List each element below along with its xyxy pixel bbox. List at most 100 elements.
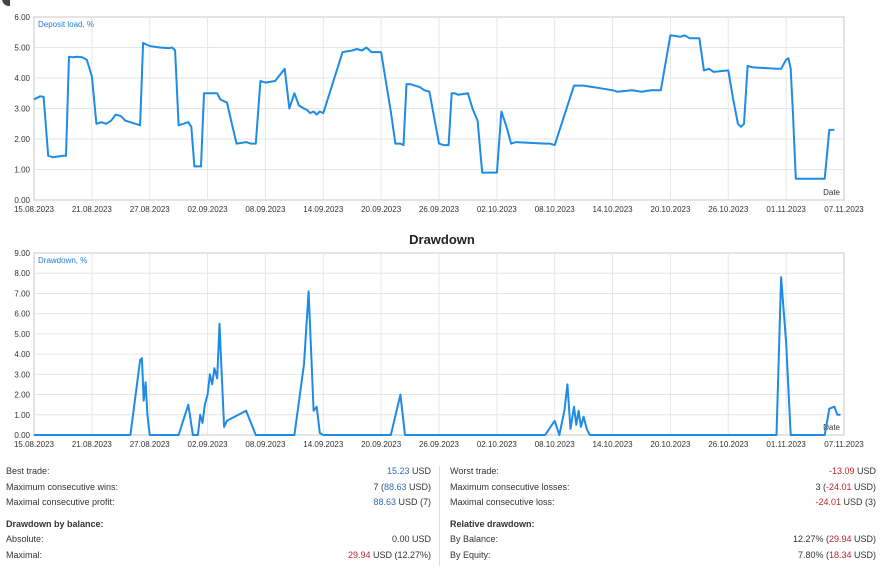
stat-value-suffix: USD) — [851, 549, 876, 560]
stat-label: Best trade: — [6, 466, 50, 476]
x-tick-label: 14.09.2023 — [303, 205, 344, 214]
date-axis-label: Date — [823, 188, 840, 197]
stat-label: By Equity: — [450, 549, 491, 560]
y-tick-label: 4.00 — [14, 350, 30, 359]
x-tick-label: 08.09.2023 — [245, 205, 286, 214]
y-tick-label: 0.00 — [14, 431, 30, 440]
y-tick-label: 6.00 — [14, 13, 30, 22]
x-tick-label: 14.10.2023 — [593, 440, 634, 449]
stat-label: Maximal consecutive profit: — [6, 497, 115, 507]
stat-label: Maximal: — [6, 549, 43, 560]
y-tick-label: 7.00 — [14, 289, 30, 298]
x-tick-label: 01.11.2023 — [766, 205, 806, 214]
stat-row: Maximum consecutive losses: 3 (-24.01 USD… — [450, 480, 876, 496]
x-tick-label: 14.10.2023 — [593, 205, 634, 214]
stats-section-heading: Drawdown by balance: — [6, 518, 104, 529]
x-tick-label: 07.11.2023 — [824, 440, 864, 449]
stat-value-primary: 7 — [373, 481, 379, 492]
stat-value: 3 (-24.01 USD) — [815, 481, 876, 492]
deposit-load-chart: 0.00 1.00 2.00 3.00 4.00 5.00 6.00 15.08.2023 21… — [14, 13, 864, 214]
y-tick-label: 9.00 — [14, 249, 30, 258]
stat-value-secondary: 18.34 — [828, 549, 852, 560]
stat-value: 7.80% (18.34 USD) — [797, 549, 876, 560]
stat-value-primary: 15.23 — [386, 466, 410, 476]
stats-left-column: Best trade: 15.23 USD Maximum consecutive … — [6, 464, 431, 563]
stat-row: By Equity: 7.80% (18.34 USD) — [450, 548, 876, 564]
stat-value-suffix: USD) — [851, 534, 876, 544]
y-tick-label: 1.00 — [14, 411, 30, 420]
stat-row: By Balance: 12.27% (29.94 USD) — [450, 532, 876, 548]
x-tick-label: 02.09.2023 — [188, 440, 229, 449]
x-tick-label: 14.09.2023 — [303, 440, 344, 449]
stat-value: -13.09 USD — [829, 464, 876, 480]
stat-value: 15.23 USD — [387, 464, 431, 480]
x-tick-label: 01.11.2023 — [766, 440, 806, 449]
y-tick-label: 0.00 — [14, 196, 30, 205]
stat-value-secondary: 88.63 — [383, 481, 407, 492]
stat-value: -24.01 USD (3) — [815, 495, 876, 511]
x-tick-label: 02.10.2023 — [477, 440, 518, 449]
chart-inner-label: Drawdown, % — [38, 256, 87, 265]
y-tick-label: 3.00 — [14, 105, 30, 114]
y-tick-label: 1.00 — [14, 166, 30, 175]
stat-value: 0.00 USD — [392, 532, 431, 548]
x-tick-label: 20.09.2023 — [361, 440, 402, 449]
stat-row: Maximal consecutive loss: -24.01 USD (3) — [450, 495, 876, 511]
stat-value-primary: 3 — [815, 481, 821, 492]
y-tick-label: 2.00 — [14, 135, 30, 144]
stat-value-suffix: USD) — [406, 481, 431, 492]
x-tick-label: 15.08.2023 — [14, 440, 55, 449]
x-tick-label: 15.08.2023 — [14, 205, 55, 214]
stat-value-suffix: USD (12.27%) — [370, 549, 431, 560]
stat-row: Absolute: 0.00 USD — [6, 532, 431, 548]
y-tick-label: 2.00 — [14, 391, 30, 400]
stat-value: 7 (88.63 USD) — [373, 481, 431, 492]
x-tick-label: 26.10.2023 — [708, 440, 749, 449]
stats-section-heading: Relative drawdown: — [450, 518, 535, 529]
drawdown-chart: 0.00 1.00 2.00 3.00 4.00 5.00 6.00 7.00 8.00 9.00… — [14, 249, 864, 449]
stat-value-secondary: 29.94 — [828, 534, 852, 544]
stat-value-primary: 7.80% — [797, 549, 824, 560]
stat-row: Best trade: 15.23 USD — [6, 464, 431, 480]
stat-value-suffix: USD — [854, 466, 876, 476]
stat-label: By Balance: — [450, 534, 499, 544]
x-tick-label: 21.08.2023 — [72, 440, 113, 449]
stats-right-column: Worst trade: -13.09 USD Maximum consecutiv… — [450, 464, 876, 563]
x-tick-label: 07.11.2023 — [824, 205, 864, 214]
drawdown-chart-title: Drawdown — [409, 232, 475, 247]
stat-value-primary: 88.63 — [373, 497, 396, 507]
trade-statistics: Best trade: 15.23 USD Maximum consecutive … — [0, 464, 884, 569]
x-tick-label: 21.08.2023 — [72, 205, 113, 214]
stat-label: Maximum consecutive losses: — [450, 481, 570, 492]
x-tick-label: 08.09.2023 — [245, 440, 286, 449]
stat-value-suffix: USD (3) — [840, 497, 876, 507]
y-tick-label: 8.00 — [14, 269, 30, 278]
stat-row: Worst trade: -13.09 USD — [450, 464, 876, 480]
x-tick-label: 26.09.2023 — [419, 440, 460, 449]
stat-label: Maximum consecutive wins: — [6, 481, 119, 492]
stat-row: Maximal consecutive profit: 88.63 USD (7) — [6, 495, 431, 511]
x-tick-label: 27.08.2023 — [130, 440, 171, 449]
stat-value-suffix: USD — [409, 466, 431, 476]
y-tick-label: 5.00 — [14, 330, 30, 339]
y-tick-label: 6.00 — [14, 310, 30, 319]
stat-row: Maximum consecutive wins: 7 (88.63 USD) — [6, 480, 431, 496]
x-tick-label: 20.10.2023 — [650, 440, 691, 449]
x-tick-label: 20.10.2023 — [650, 205, 691, 214]
stat-value-primary: -13.09 — [828, 466, 855, 476]
stat-value-suffix: USD (7) — [395, 497, 431, 507]
stat-value-primary: 12.27% — [792, 534, 824, 544]
stat-label: Worst trade: — [450, 466, 499, 476]
stat-value-suffix: USD — [409, 534, 431, 544]
stats-divider — [439, 466, 440, 566]
stat-label: Maximal consecutive loss: — [450, 497, 555, 507]
y-tick-label: 4.00 — [14, 74, 30, 83]
stat-value: 12.27% (29.94 USD) — [792, 534, 876, 544]
stat-value-primary: -24.01 — [815, 497, 841, 507]
x-tick-label: 27.08.2023 — [130, 205, 171, 214]
y-tick-label: 5.00 — [14, 44, 30, 53]
corner-indicator-icon — [2, 0, 10, 6]
stat-value-primary: 29.94 — [347, 549, 371, 560]
stat-label: Absolute: — [6, 534, 44, 544]
stat-value-suffix: USD) — [851, 481, 876, 492]
